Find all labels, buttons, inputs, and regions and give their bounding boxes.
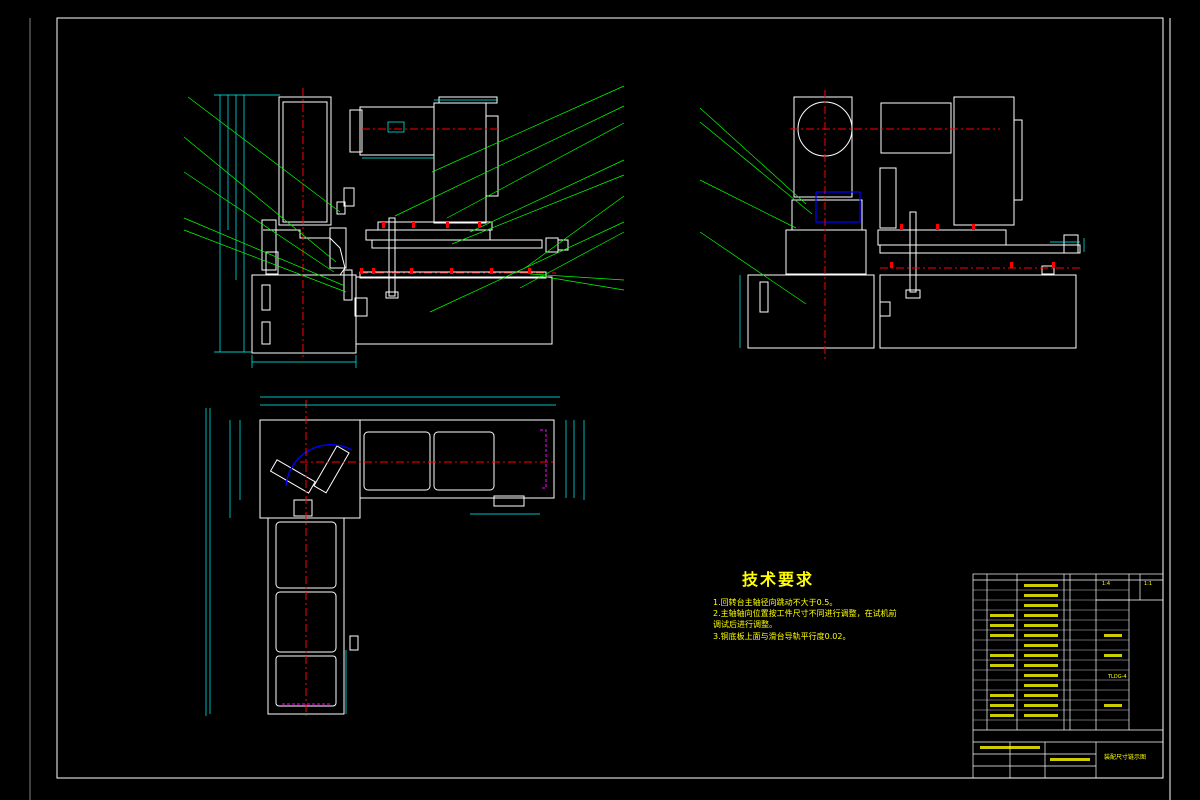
side-view-centerlines	[790, 90, 1080, 360]
plan-view	[259, 419, 555, 715]
side-view-markers	[890, 224, 1055, 268]
side-view-dimensions	[739, 238, 1085, 348]
side-view	[747, 96, 1081, 349]
technical-requirements-title: 技术要求	[742, 570, 815, 589]
plan-view-dimensions	[205, 396, 585, 716]
material-note: 1:1	[1144, 581, 1153, 587]
technical-requirement-2-cont: 调试后进行调整。	[713, 620, 777, 629]
drawing-number: TLDG-4	[1108, 674, 1127, 680]
title-block-marks	[980, 584, 1122, 761]
technical-requirement-1: 1.回转台主轴径向跳动不大于0.5。	[713, 598, 838, 607]
technical-requirement-3: 3.铜底板上面与滑台导轨平行度0.02。	[713, 632, 851, 641]
front-view-centerlines	[302, 88, 556, 360]
front-view	[251, 96, 569, 354]
scale-note: 1:4	[1102, 581, 1111, 587]
cad-drawing-canvas	[29, 17, 1171, 800]
drawing-title: 装配尺寸链示图	[1104, 754, 1147, 761]
technical-requirement-2: 2.主轴轴向位置按工件尺寸不同进行调整，在试机前	[713, 609, 897, 618]
plan-view-hidden-lines	[282, 429, 547, 705]
sheet-border	[29, 17, 1171, 800]
